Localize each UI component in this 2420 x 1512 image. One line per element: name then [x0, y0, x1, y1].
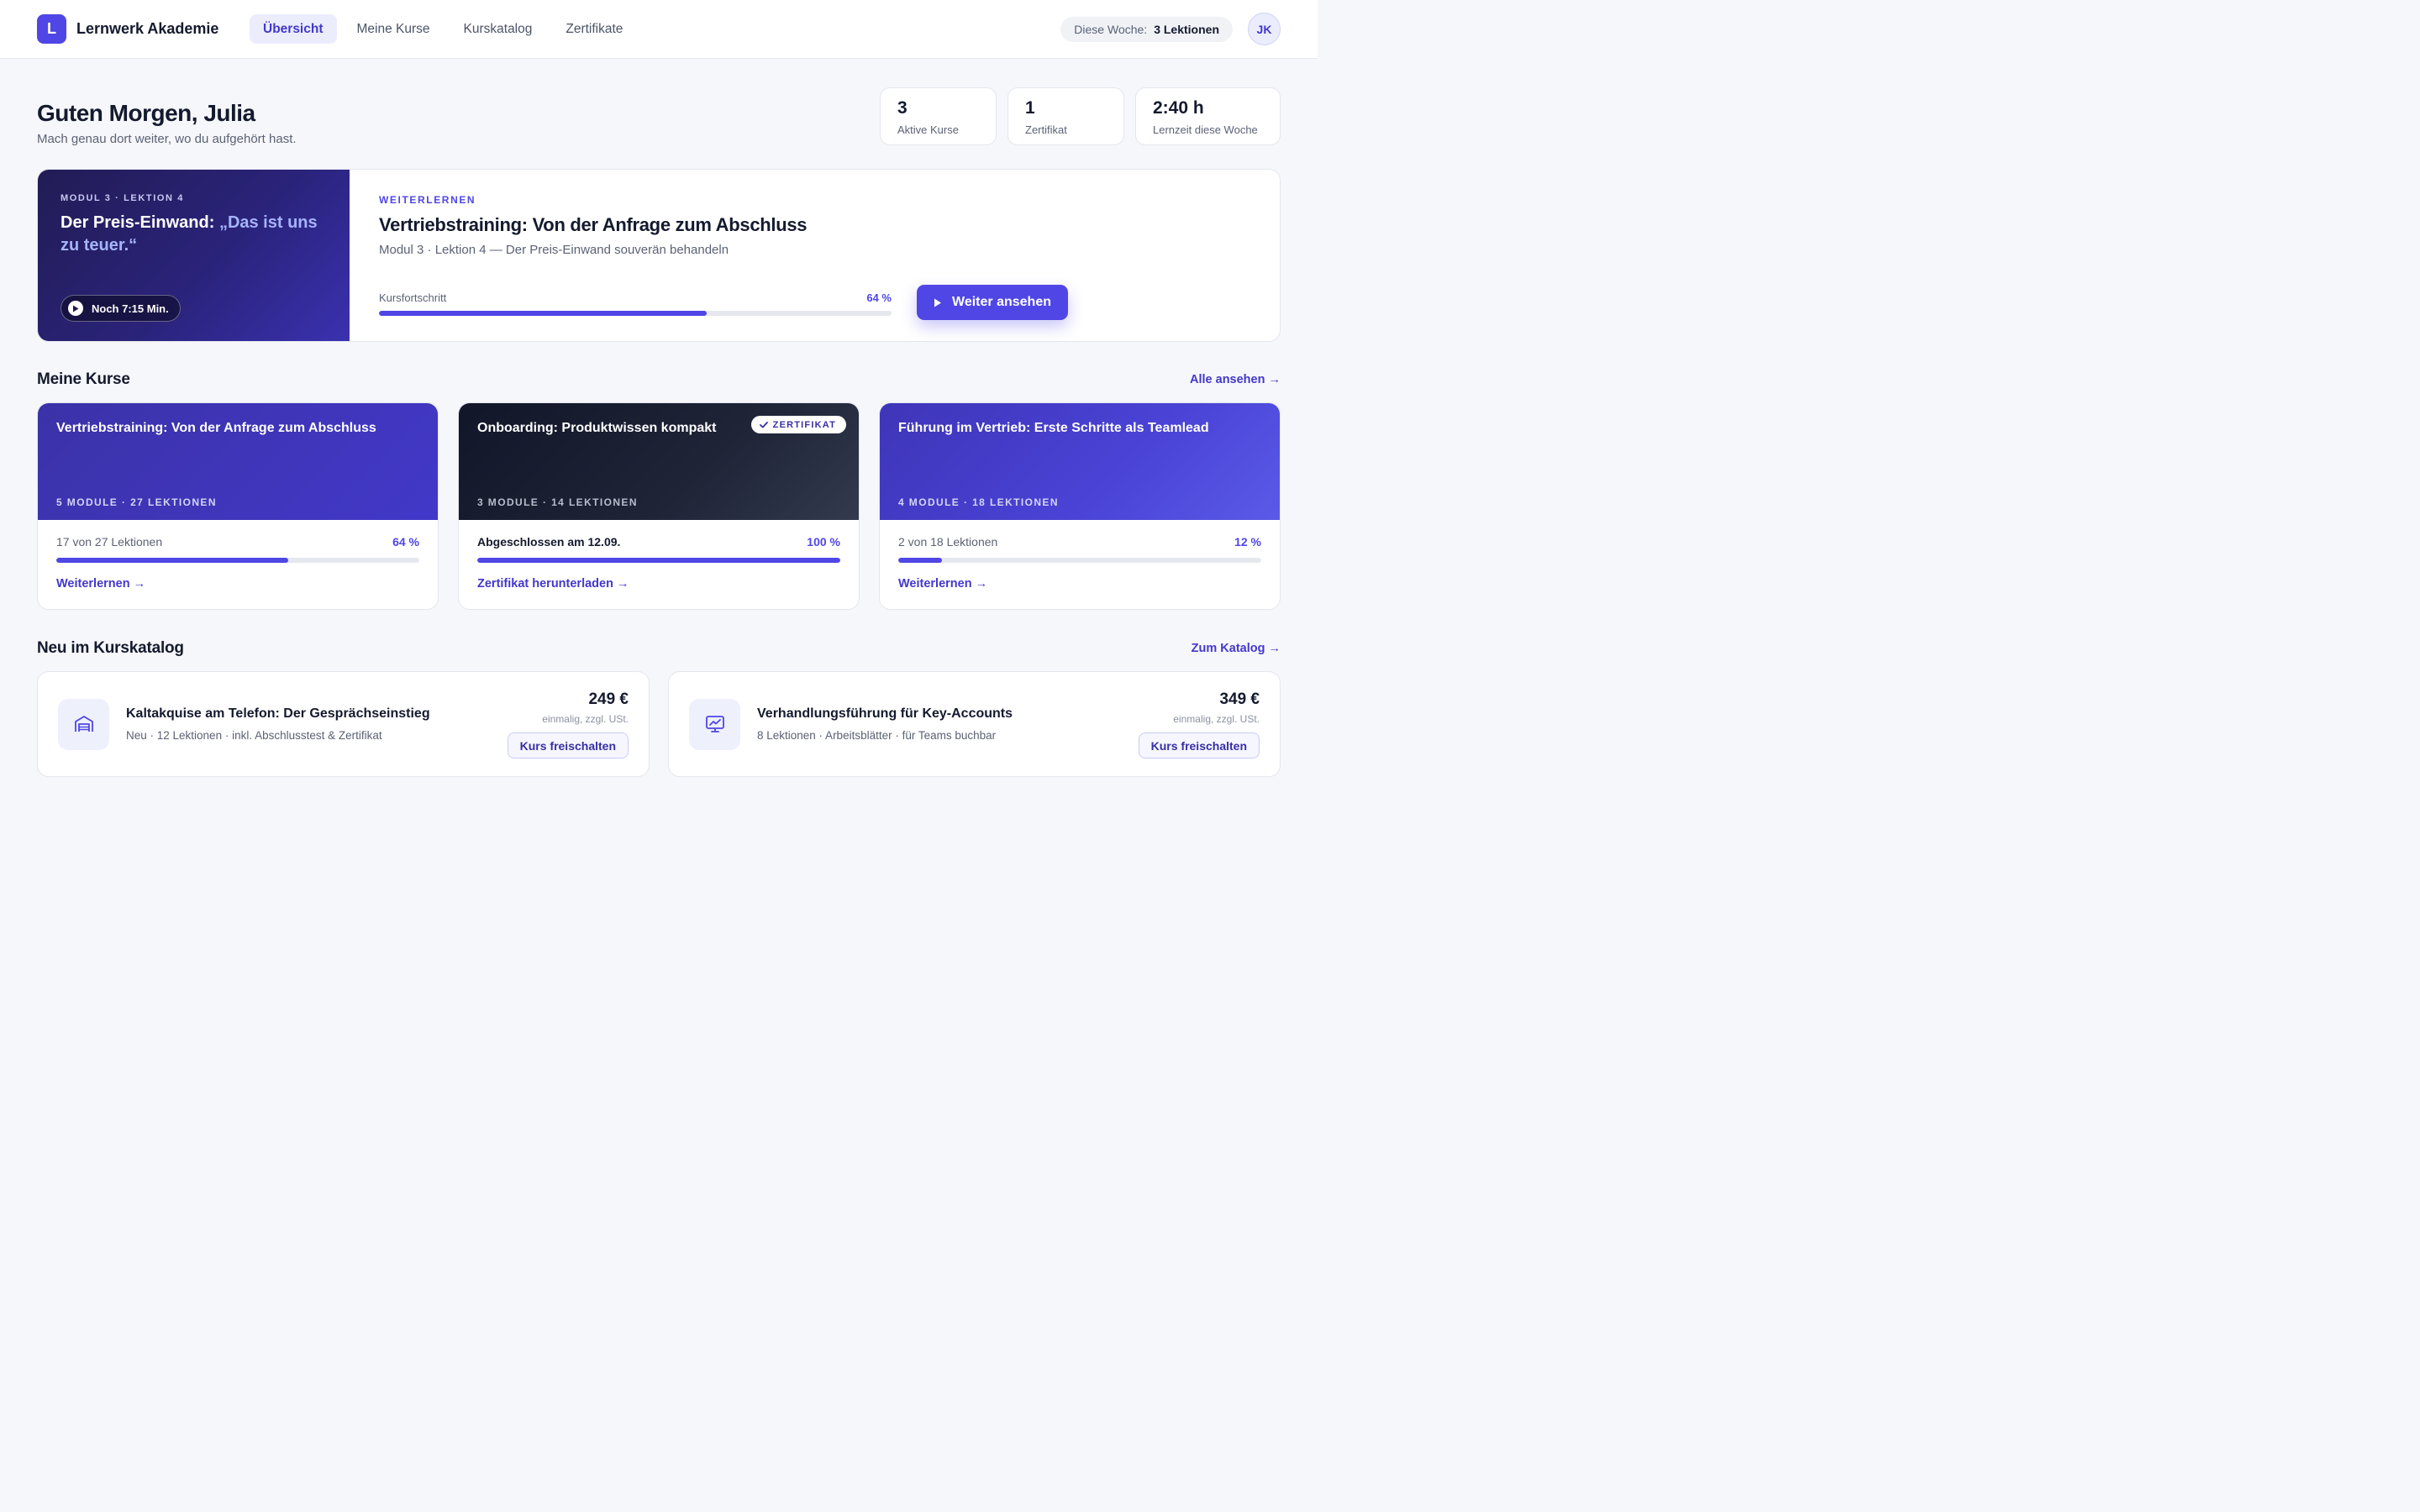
- stats-row: 3 Aktive Kurse 1 Zertifikat 2:40 h Lernz…: [880, 87, 1281, 145]
- course-meta: 3 MODULE · 14 LEKTIONEN: [477, 496, 638, 508]
- page-title: Guten Morgen, Julia: [37, 100, 255, 126]
- certificate-badge: ZERTIFIKAT: [750, 416, 846, 433]
- brand-name: Lernwerk Akademie: [76, 20, 219, 37]
- course-action-link[interactable]: Zertifikat herunterladen →: [477, 577, 840, 591]
- warehouse-icon: [58, 698, 109, 750]
- progress-label: Kursfortschritt: [379, 291, 447, 304]
- section-title: Meine Kurse: [37, 370, 130, 388]
- greeting-row: Guten Morgen, Julia Mach genau dort weit…: [37, 87, 1281, 146]
- catalog-course-meta: Neu · 12 Lektionen · inkl. Abschlusstest…: [126, 729, 382, 742]
- page-subtitle: Mach genau dort weiter, wo du aufgehört …: [37, 132, 297, 146]
- course-header: Onboarding: Produktwissen kompakt ZERTIF…: [459, 403, 859, 520]
- presentation-chart-icon: [689, 698, 740, 750]
- progress-fill: [477, 558, 840, 563]
- continue-watching-button[interactable]: Weiter ansehen: [917, 285, 1068, 320]
- catalog-price-note: einmalig, zzgl. USt.: [1173, 713, 1260, 725]
- course-card[interactable]: Onboarding: Produktwissen kompakt ZERTIF…: [458, 402, 860, 610]
- course-header: Führung im Vertrieb: Erste Schritte als …: [880, 403, 1280, 520]
- to-catalog-link[interactable]: Zum Katalog →: [1192, 642, 1281, 655]
- catalog-course-title: Verhandlungsführung für Key-Accounts: [757, 706, 1013, 721]
- course-title: Vertriebstraining: Von der Anfrage zum A…: [56, 421, 376, 435]
- course-percent: 64 %: [392, 535, 419, 549]
- course-card[interactable]: Führung im Vertrieb: Erste Schritte als …: [879, 402, 1281, 610]
- progress-percent: 64 %: [866, 291, 892, 304]
- lesson-thumbnail[interactable]: MODUL 3 · LEKTION 4 Der Preis-Einwand: „…: [38, 170, 350, 341]
- catalog-section: Neu im Kurskatalog Zum Katalog → Kaltakq…: [37, 639, 1281, 777]
- course-action-link[interactable]: Weiterlernen →: [898, 577, 1261, 591]
- catalog-card[interactable]: Verhandlungsführung für Key-Accounts 8 L…: [668, 671, 1281, 777]
- continue-learning-card: MODUL 3 · LEKTION 4 Der Preis-Einwand: „…: [37, 169, 1281, 342]
- catalog-course-meta: 8 Lektionen · Arbeitsblätter · für Teams…: [757, 729, 997, 742]
- nav-item-uebersicht[interactable]: Übersicht: [250, 14, 337, 44]
- lesson-eyebrow: MODUL 3 · LEKTION 4: [60, 193, 184, 203]
- nav-item-meine-kurse[interactable]: Meine Kurse: [344, 14, 444, 44]
- course-percent: 12 %: [1234, 535, 1261, 549]
- catalog-card[interactable]: Kaltakquise am Telefon: Der Gesprächsein…: [37, 671, 650, 777]
- course-meta: 5 MODULE · 27 LEKTIONEN: [56, 496, 217, 508]
- course-action-link[interactable]: Weiterlernen →: [56, 577, 419, 591]
- check-icon: [759, 421, 768, 428]
- stat-caption: Aktive Kurse: [897, 123, 959, 136]
- continue-body: WEITERLERNEN Vertriebstraining: Von der …: [350, 170, 1280, 341]
- remaining-time: Noch 7:15 Min.: [92, 302, 169, 315]
- progress-fill: [898, 558, 942, 563]
- weekly-lessons-label: Diese Woche:: [1074, 22, 1148, 36]
- progress-bar: [56, 558, 419, 563]
- course-title: Führung im Vertrieb: Erste Schritte als …: [898, 421, 1209, 435]
- weekly-lessons-value: 3 Lektionen: [1154, 22, 1219, 36]
- top-navigation-bar: L Lernwerk Akademie Übersicht Meine Kurs…: [0, 0, 1318, 59]
- section-title: Neu im Kurskatalog: [37, 639, 184, 657]
- weekly-lessons-badge: Diese Woche: 3 Lektionen: [1060, 16, 1233, 42]
- continue-watching-label: Weiter ansehen: [952, 295, 1051, 309]
- course-status: 17 von 27 Lektionen: [56, 535, 163, 549]
- lesson-title: Der Preis-Einwand: „Das ist uns zu teuer…: [60, 212, 327, 257]
- catalog-price: 349 €: [1219, 690, 1260, 708]
- course-status: Abgeschlossen am 12.09.: [477, 535, 621, 549]
- stat-value: 1: [1025, 98, 1035, 118]
- catalog-course-title: Kaltakquise am Telefon: Der Gesprächsein…: [126, 706, 430, 721]
- progress-bar: [477, 558, 840, 563]
- course-progress: Kursfortschritt 64 %: [379, 291, 892, 316]
- brand-logo: L: [37, 14, 66, 44]
- progress-bar: [898, 558, 1261, 563]
- certificate-badge-label: ZERTIFIKAT: [772, 419, 836, 430]
- progress-fill: [56, 558, 289, 563]
- nav-item-zertifikate[interactable]: Zertifikate: [552, 14, 636, 44]
- play-icon: [934, 298, 942, 307]
- unlock-course-button[interactable]: Kurs freischalten: [507, 732, 629, 759]
- catalog-price: 249 €: [588, 690, 629, 708]
- nav-item-kurskatalog[interactable]: Kurskatalog: [450, 14, 546, 44]
- stat-active-courses: 3 Aktive Kurse: [880, 87, 997, 145]
- stat-certificates: 1 Zertifikat: [1007, 87, 1124, 145]
- course-meta: 4 MODULE · 18 LEKTIONEN: [898, 496, 1059, 508]
- brand[interactable]: L Lernwerk Akademie: [37, 14, 250, 44]
- my-courses-section: Meine Kurse Alle ansehen → Vertriebstrai…: [37, 370, 1281, 610]
- stat-value: 2:40 h: [1153, 98, 1204, 118]
- view-all-courses-link[interactable]: Alle ansehen →: [1190, 373, 1281, 386]
- course-status: 2 von 18 Lektionen: [898, 535, 998, 549]
- course-header: Vertriebstraining: Von der Anfrage zum A…: [38, 403, 438, 520]
- continue-eyebrow: WEITERLERNEN: [379, 194, 476, 206]
- main-nav: Übersicht Meine Kurse Kurskatalog Zertif…: [250, 14, 636, 44]
- play-icon: [68, 301, 83, 316]
- lesson-title-main: Der Preis-Einwand:: [60, 213, 219, 232]
- catalog-price-note: einmalig, zzgl. USt.: [542, 713, 629, 725]
- user-avatar[interactable]: JK: [1248, 13, 1281, 45]
- remaining-time-pill[interactable]: Noch 7:15 Min.: [60, 295, 181, 322]
- continue-lesson-subtitle: Modul 3 · Lektion 4 — Der Preis-Einwand …: [379, 243, 729, 257]
- progress-fill: [379, 311, 708, 316]
- progress-bar: [379, 311, 892, 316]
- stat-value: 3: [897, 98, 908, 118]
- unlock-course-button[interactable]: Kurs freischalten: [1138, 732, 1260, 759]
- stat-caption: Zertifikat: [1025, 123, 1067, 136]
- course-percent: 100 %: [807, 535, 840, 549]
- stat-learning-time: 2:40 h Lernzeit diese Woche: [1135, 87, 1281, 145]
- course-card[interactable]: Vertriebstraining: Von der Anfrage zum A…: [37, 402, 439, 610]
- stat-caption: Lernzeit diese Woche: [1153, 123, 1258, 136]
- continue-course-title: Vertriebstraining: Von der Anfrage zum A…: [379, 214, 808, 235]
- dashboard-main: Guten Morgen, Julia Mach genau dort weit…: [0, 87, 1318, 777]
